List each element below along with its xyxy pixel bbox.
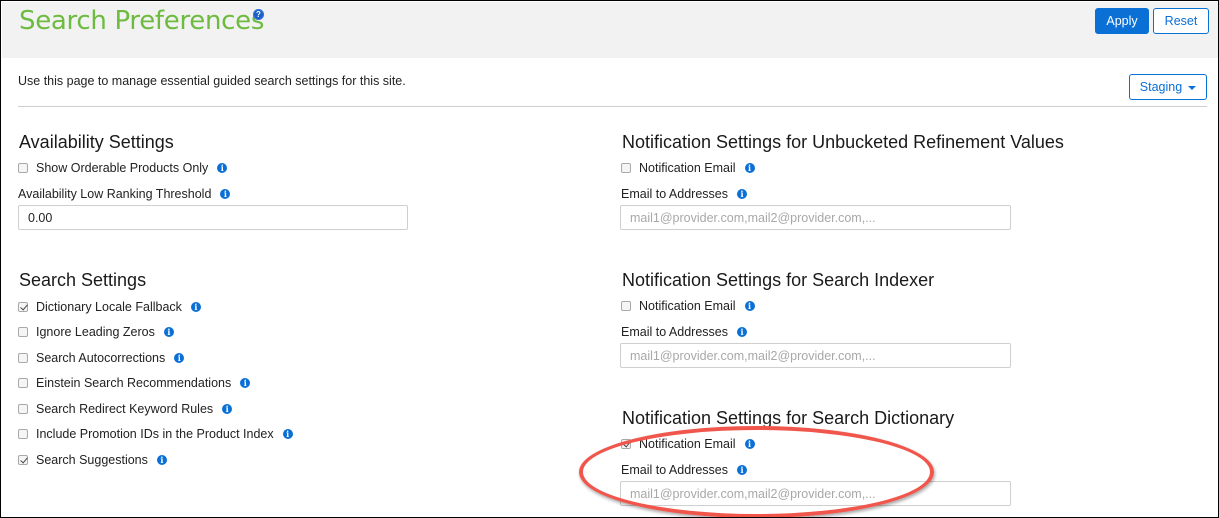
info-icon[interactable]: i (737, 189, 747, 199)
search-setting-checkbox[interactable] (18, 429, 28, 439)
show-orderable-products-label[interactable]: Show Orderable Products Only (36, 161, 208, 175)
search-setting-label[interactable]: Dictionary Locale Fallback (36, 300, 182, 314)
email-addresses-label-row: Email to Addresses i (621, 187, 747, 201)
email-addresses-label-row: Email to Addresses i (621, 463, 747, 477)
instance-selector-dropdown[interactable]: Staging (1129, 74, 1207, 100)
search-setting-row: Search Redirect Keyword Rules i (18, 402, 233, 416)
search-setting-checkbox[interactable] (18, 404, 28, 414)
info-icon[interactable]: i (240, 378, 251, 388)
info-icon[interactable]: i (174, 353, 185, 363)
info-icon[interactable]: i (163, 327, 174, 337)
search-setting-row: Dictionary Locale Fallback i (18, 300, 201, 314)
intro-text: Use this page to manage essential guided… (18, 74, 406, 88)
search-setting-row: Search Autocorrections i (18, 351, 185, 365)
search-setting-checkbox[interactable] (18, 353, 28, 363)
email-addresses-input[interactable] (620, 343, 1011, 368)
notification-email-checkbox[interactable] (621, 301, 631, 311)
notification-section-title: Notification Settings for Unbucketed Ref… (622, 132, 1064, 152)
info-icon[interactable]: i (744, 301, 755, 311)
apply-button[interactable]: Apply (1095, 8, 1149, 34)
help-icon[interactable]: ? (253, 9, 264, 20)
search-setting-row: Einstein Search Recommendations i (18, 376, 251, 390)
instance-selector-value: Staging (1139, 80, 1183, 94)
threshold-label-row: Availability Low Ranking Threshold i (18, 187, 231, 201)
info-icon[interactable]: i (156, 455, 167, 465)
notification-email-row: Notification Email i (621, 299, 755, 313)
email-addresses-input[interactable] (620, 205, 1011, 230)
search-setting-checkbox[interactable] (18, 327, 28, 337)
threshold-input[interactable] (18, 205, 408, 230)
search-setting-checkbox[interactable] (18, 378, 28, 388)
info-icon[interactable]: i (737, 327, 747, 337)
search-setting-checkbox[interactable] (18, 302, 28, 312)
search-setting-label[interactable]: Search Redirect Keyword Rules (36, 402, 213, 416)
notification-email-row: Notification Email i (621, 437, 755, 451)
page-header: Search Preferences ? Apply Reset (2, 2, 1218, 58)
divider (18, 106, 1207, 107)
info-icon[interactable]: i (744, 163, 755, 173)
reset-button[interactable]: Reset (1153, 8, 1209, 34)
info-icon[interactable]: i (737, 465, 747, 475)
search-settings-title: Search Settings (19, 270, 147, 290)
notification-email-label[interactable]: Notification Email (639, 299, 736, 313)
threshold-label: Availability Low Ranking Threshold (18, 187, 212, 201)
notification-email-checkbox[interactable] (621, 163, 631, 173)
availability-settings-title: Availability Settings (19, 132, 174, 152)
info-icon[interactable]: i (282, 429, 293, 439)
search-setting-label[interactable]: Einstein Search Recommendations (36, 376, 231, 390)
search-setting-label[interactable]: Include Promotion IDs in the Product Ind… (36, 427, 274, 441)
search-setting-label[interactable]: Search Suggestions (36, 453, 148, 467)
show-orderable-products-checkbox[interactable] (18, 163, 28, 173)
notification-section-title: Notification Settings for Search Indexer (622, 270, 935, 290)
notification-email-label[interactable]: Notification Email (639, 437, 736, 451)
info-icon[interactable]: i (217, 163, 228, 173)
notification-email-label[interactable]: Notification Email (639, 161, 736, 175)
notification-email-checkbox[interactable] (621, 439, 631, 449)
search-setting-row: Search Suggestions i (18, 453, 167, 467)
email-addresses-label: Email to Addresses (621, 463, 728, 477)
show-orderable-products-row: Show Orderable Products Only i (18, 161, 228, 175)
email-addresses-label: Email to Addresses (621, 325, 728, 339)
info-icon[interactable]: i (744, 439, 755, 449)
search-setting-row: Ignore Leading Zeros i (18, 325, 174, 339)
page-frame: Search Preferences ? Apply Reset Use thi… (0, 0, 1219, 518)
email-addresses-label-row: Email to Addresses i (621, 325, 747, 339)
notification-section-title: Notification Settings for Search Diction… (622, 408, 955, 428)
email-addresses-label: Email to Addresses (621, 187, 728, 201)
search-setting-checkbox[interactable] (18, 455, 28, 465)
page-title: Search Preferences (19, 6, 265, 36)
search-setting-row: Include Promotion IDs in the Product Ind… (18, 427, 293, 441)
search-setting-label[interactable]: Ignore Leading Zeros (36, 325, 155, 339)
info-icon[interactable]: i (190, 302, 201, 312)
search-setting-label[interactable]: Search Autocorrections (36, 351, 165, 365)
email-addresses-input[interactable] (620, 481, 1011, 506)
info-icon[interactable]: i (222, 404, 233, 414)
caret-down-icon (1188, 86, 1197, 90)
notification-email-row: Notification Email i (621, 161, 755, 175)
info-icon[interactable]: i (220, 189, 231, 199)
